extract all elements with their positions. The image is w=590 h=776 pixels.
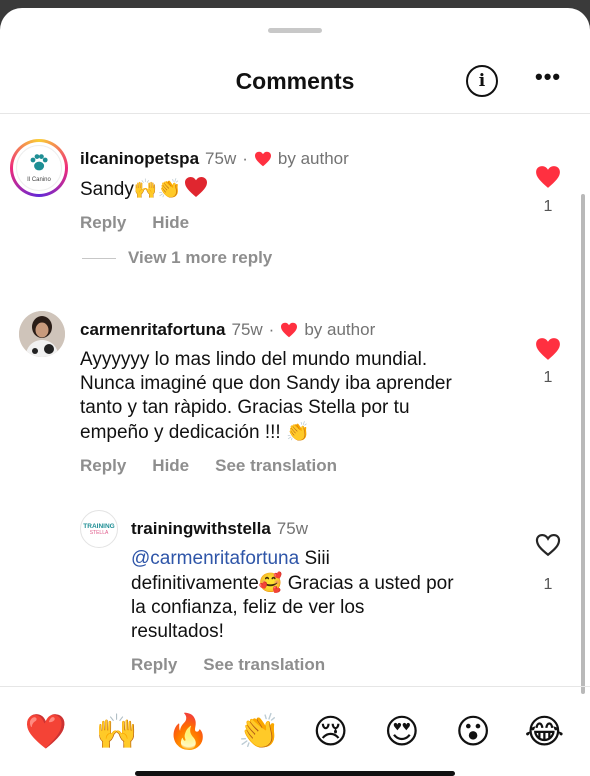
reply-actions: Reply See translation [131,655,325,675]
avatar[interactable] [19,311,65,357]
hide-button[interactable]: Hide [152,213,189,233]
mention-link[interactable]: @carmenritafortuna [131,548,299,569]
comment-emojis: 🙌👏 [133,178,182,200]
reply-line: resultados! [131,621,224,642]
comment-actions: Reply Hide See translation [80,456,337,476]
avatar-logo-subtext: STELLA [89,530,109,536]
separator: · [268,320,275,339]
see-translation-button[interactable]: See translation [203,655,325,675]
comment-line: empeño y dedicación !!! [80,422,281,443]
surprised-emoji-button[interactable]: 😮 [447,712,499,752]
comment-header: carmenritafortuna 75w · by author [80,320,375,340]
comment-text: Ayyyyyy lo mas lindo del mundo mundial. … [80,348,530,445]
reply-button[interactable]: Reply [80,213,126,233]
like-heart-icon[interactable] [535,165,561,189]
view-more-label: View 1 more reply [128,248,273,267]
comment-header: ilcaninopetspa 75w · by author [80,149,349,169]
more-options-icon[interactable]: ••• [535,64,561,90]
clapping-emoji-button[interactable]: 👏 [233,712,285,752]
comment-age: 75w [231,320,263,339]
paw-icon [30,154,48,171]
see-translation-button[interactable]: See translation [215,456,337,476]
avatar-logo-text: TRAINING [83,523,115,530]
comment-actions: Reply Hide [80,213,189,233]
comment-line: Ayyyyyy lo mas lindo del mundo mundial. [80,349,428,370]
crying-emoji-button[interactable]: 😢 [305,712,357,752]
heart-eyes-emoji-button[interactable]: 😍 [376,712,428,752]
comment-age: 75w [276,519,308,538]
like-count: 1 [543,198,553,215]
heart-emoji-button[interactable]: ❤️ [20,712,72,752]
username[interactable]: ilcaninopetspa [80,149,199,169]
reply-text: @carmenritafortuna Siii definitivamente🥰… [131,547,531,644]
comment-line: tanto y tan ràpido. Gracias Stella por t… [80,397,410,418]
hide-button[interactable]: Hide [152,456,189,476]
scrollbar[interactable] [581,194,585,694]
info-icon[interactable]: i [466,65,498,97]
tears-of-joy-emoji-button[interactable]: 😂 [518,712,570,752]
fire-emoji-button[interactable]: 🔥 [162,712,214,752]
smiling-hearts-emoji: 🥰 [258,572,283,594]
info-icon-glyph: i [478,71,486,91]
emoji-quick-bar: ❤️ 🙌 🔥 👏 😢 😍 😮 😂 [0,686,590,776]
like-count: 1 [543,369,553,386]
username[interactable]: trainingwithstella [131,519,271,539]
liked-by-author: by author [277,149,349,168]
like-heart-outline-icon[interactable] [535,533,561,557]
comment-text-main: Sandy [80,179,134,200]
avatar[interactable]: TRAINING STELLA [80,510,118,548]
reply-text-part: Siii [299,548,330,569]
header-divider [0,113,590,114]
view-more-replies[interactable]: View 1 more reply [82,248,272,268]
reply-button[interactable]: Reply [80,456,126,476]
separator: · [242,149,248,168]
heart-icon [185,177,208,197]
reply-line: la confianza, feliz de ver los [131,597,365,618]
drag-handle[interactable] [268,28,322,33]
reply-button[interactable]: Reply [131,655,177,675]
page-title: Comments [235,68,355,94]
like-heart-icon[interactable] [535,337,561,361]
clapping-emoji: 👏 [285,421,310,443]
reply-header: trainingwithstella 75w [131,519,308,539]
avatar-caption: Il Canino [27,177,51,183]
comment-text: Sandy🙌👏 [80,176,208,202]
reply-text-part: definitivamente [131,573,259,594]
person-avatar-image [19,311,65,357]
reply-text-part: Gracias a usted por [282,573,454,594]
raised-hands-emoji-button[interactable]: 🙌 [91,712,143,752]
avatar[interactable]: Il Canino [10,139,68,197]
comment-line: Nunca imaginé que don Sandy iba aprender [80,373,452,394]
comments-sheet: Comments i ••• Il Canino ilcaninopetspa … [0,8,590,776]
liked-by-author: by author [304,320,376,339]
heart-icon [281,322,298,338]
username[interactable]: carmenritafortuna [80,320,225,340]
like-count: 1 [543,576,553,593]
heart-icon [254,151,271,167]
home-indicator [135,771,455,776]
comment-age: 75w [205,149,237,168]
divider-dash [82,257,116,259]
